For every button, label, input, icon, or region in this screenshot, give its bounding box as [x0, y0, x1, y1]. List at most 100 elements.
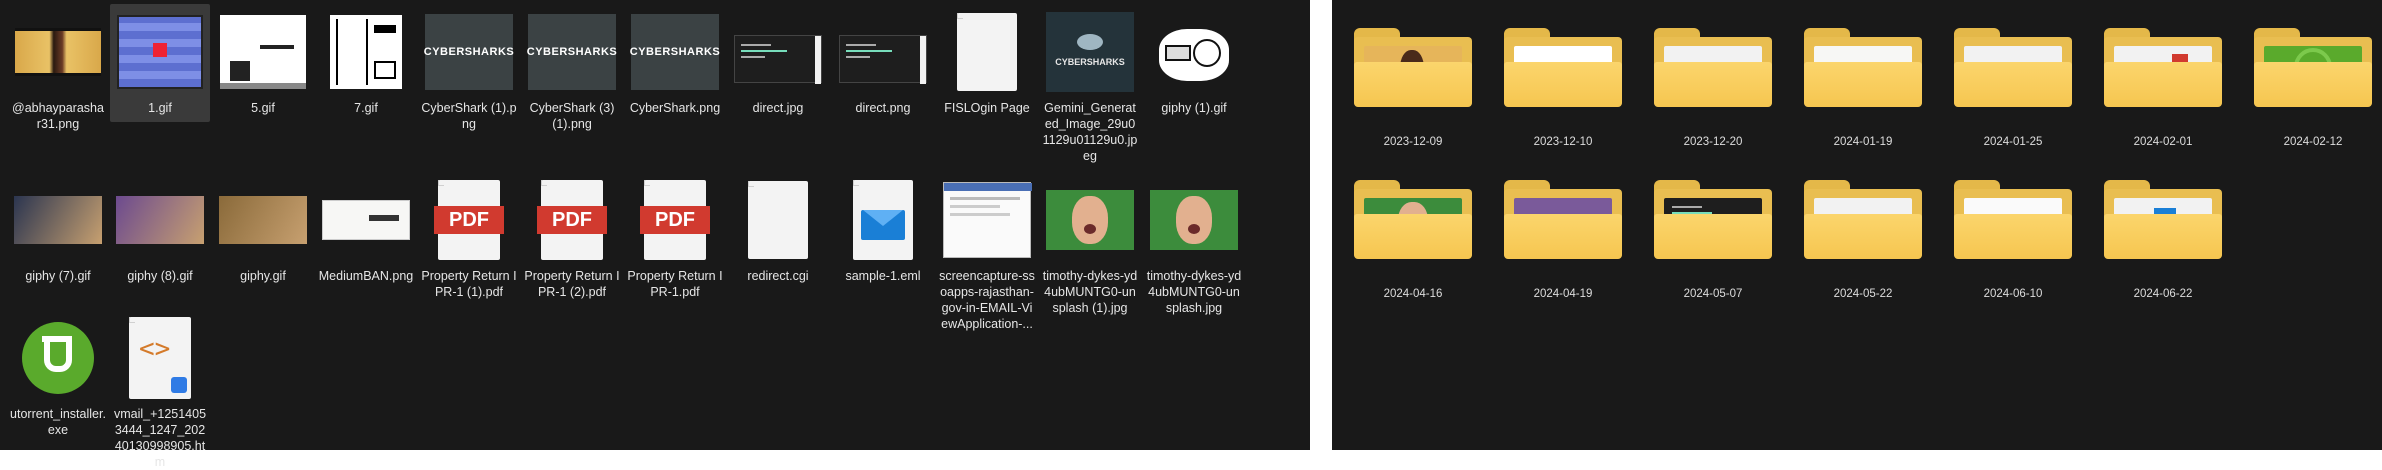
email-file-icon	[853, 180, 913, 260]
file-name-label: utorrent_installer.exe	[10, 407, 106, 437]
cybersharks-thumbnail: CYBERSHARKS	[630, 14, 720, 90]
gif-thumbnail	[219, 196, 307, 244]
banner-thumbnail	[322, 200, 410, 240]
folder-item[interactable]: 2024-02-01	[2104, 28, 2222, 152]
file-item[interactable]: direct.png	[833, 4, 933, 116]
tetris-thumbnail	[330, 15, 402, 89]
folder-name-label: 2023-12-10	[1533, 136, 1593, 148]
file-item[interactable]: 1.gif	[110, 4, 210, 122]
file-item[interactable]: CYBERSHARKS CyberShark (1).png	[419, 4, 519, 132]
folder-item[interactable]: 2024-04-16	[1354, 180, 1472, 304]
folder-front	[1504, 214, 1622, 259]
gif-thumbnail	[116, 196, 204, 244]
folder-item[interactable]: 2023-12-20	[1654, 28, 1772, 152]
file-item[interactable]: giphy (7).gif	[8, 172, 108, 284]
folder-front	[1354, 214, 1472, 259]
folder-name-label: 2024-02-12	[2283, 136, 2343, 148]
file-item[interactable]: giphy.gif	[213, 172, 313, 284]
file-item[interactable]: @abhayparashar31.png	[8, 4, 108, 132]
folder-front	[2254, 62, 2372, 107]
folder-item[interactable]: 2024-05-22	[1804, 180, 1922, 304]
file-item[interactable]: redirect.cgi	[728, 172, 828, 284]
folder-item[interactable]: 2023-12-09	[1354, 28, 1472, 152]
file-name-label: CyberShark (3) (1).png	[529, 101, 615, 131]
file-item[interactable]: timothy-dykes-yd4ubMUNTG0-unsplash.jpg	[1144, 172, 1244, 316]
file-item[interactable]: CYBERSHARKS Gemini_Generated_Image_29u011…	[1040, 4, 1140, 164]
file-name-label: direct.jpg	[752, 101, 804, 115]
gemini-image-thumbnail: CYBERSHARKS	[1046, 12, 1134, 92]
file-item[interactable]: CYBERSHARKS CyberShark.png	[625, 4, 725, 116]
file-item[interactable]: PDF Property Return IPR-1 (2).pdf	[522, 172, 622, 300]
pdf-icon: PDF	[537, 180, 607, 260]
folder-front	[1804, 62, 1922, 107]
folder-name-label: 2023-12-09	[1383, 136, 1443, 148]
file-name-label: Gemini_Generated_Image_29u01129u01129u0.…	[1042, 101, 1138, 163]
file-item[interactable]: utorrent_installer.exe	[8, 310, 108, 438]
folder-name-label: 2024-04-19	[1533, 288, 1593, 300]
file-item[interactable]: MediumBAN.png	[316, 172, 416, 284]
folder-item[interactable]: 2024-06-22	[2104, 180, 2222, 304]
folder-item[interactable]: 2024-04-19	[1504, 180, 1622, 304]
folder-item[interactable]: 2024-05-07	[1654, 180, 1772, 304]
cybersharks-thumbnail: CYBERSHARKS	[424, 14, 514, 90]
file-name-label: giphy.gif	[240, 269, 286, 283]
file-name-label: Property Return IPR-1.pdf	[627, 269, 723, 299]
folder-name-label: 2024-02-01	[2133, 136, 2193, 148]
folder-name-label: 2023-12-20	[1683, 136, 1743, 148]
html-file-icon: <>	[129, 317, 191, 399]
file-name-label: CyberShark (1).png	[421, 101, 517, 131]
file-item[interactable]: PDF Property Return IPR-1 (1).pdf	[419, 172, 519, 300]
folder-item[interactable]: 2024-06-10	[1954, 180, 2072, 304]
file-item[interactable]: sample-1.eml	[833, 172, 933, 284]
folder-name-label: 2024-05-22	[1833, 288, 1893, 300]
file-name-label: vmail_+12514053444_1247_20240130998905.h…	[113, 407, 207, 469]
file-name-label: giphy (7).gif	[25, 269, 91, 283]
code-thumbnail	[734, 35, 822, 84]
folder-item[interactable]: 2024-01-25	[1954, 28, 2072, 152]
file-item[interactable]: direct.jpg	[728, 4, 828, 116]
file-name-label: giphy (1).gif	[1161, 101, 1227, 115]
file-item[interactable]: <> vmail_+12514053444_1247_20240130998905…	[110, 310, 210, 470]
file-name-label: FISLOgin Page	[944, 101, 1030, 115]
folder-front	[1804, 214, 1922, 259]
file-name-label: MediumBAN.png	[318, 269, 414, 283]
folder-name-label: 2024-06-22	[2133, 288, 2193, 300]
file-name-label: Property Return IPR-1 (1).pdf	[421, 269, 517, 299]
photo-thumbnail	[1150, 190, 1238, 250]
folder-name-label: 2024-05-07	[1683, 288, 1743, 300]
utorrent-icon	[22, 322, 94, 394]
file-item[interactable]: timothy-dykes-yd4ubMUNTG0-unsplash (1).j…	[1040, 172, 1140, 316]
file-item[interactable]: giphy (1).gif	[1144, 4, 1244, 116]
game-thumbnail	[220, 15, 306, 89]
file-name-label: giphy (8).gif	[127, 269, 193, 283]
pdf-icon: PDF	[640, 180, 710, 260]
file-explorer-left-pane: @abhayparashar31.png 1.gif 5.gif 7.gif CYBER…	[0, 0, 1310, 469]
photo-thumbnail	[15, 28, 101, 76]
file-name-label: Property Return IPR-1 (2).pdf	[524, 269, 620, 299]
file-item[interactable]: 7.gif	[316, 4, 416, 116]
folder-front	[1654, 62, 1772, 107]
folder-item[interactable]: 2024-02-12	[2254, 28, 2372, 152]
folder-front	[1954, 214, 2072, 259]
file-name-label: redirect.cgi	[747, 269, 809, 283]
folder-front	[2104, 214, 2222, 259]
code-thumbnail	[839, 35, 927, 84]
file-item[interactable]: PDF Property Return IPR-1.pdf	[625, 172, 725, 300]
folder-item[interactable]: 2024-01-19	[1804, 28, 1922, 152]
document-icon	[748, 181, 808, 259]
file-item[interactable]: 5.gif	[213, 4, 313, 116]
folder-item[interactable]: 2023-12-10	[1504, 28, 1622, 152]
file-name-label: sample-1.eml	[845, 269, 921, 283]
file-explorer-right-pane: 2023-12-09 2023-12-10 2023-12-20 2024-01-19…	[1332, 0, 2382, 450]
screenshot-thumbnail	[943, 182, 1032, 258]
file-name-label: timothy-dykes-yd4ubMUNTG0-unsplash.jpg	[1146, 269, 1242, 315]
document-icon	[957, 13, 1017, 91]
file-item[interactable]: screencapture-ssoapps-rajasthan-gov-in-E…	[937, 172, 1037, 332]
game-thumbnail	[117, 15, 203, 89]
file-name-label: 5.gif	[251, 101, 275, 115]
file-name-label: 7.gif	[354, 101, 378, 115]
file-item[interactable]: giphy (8).gif	[110, 172, 210, 284]
file-name-label: CyberShark.png	[629, 101, 721, 115]
file-item[interactable]: FISLOgin Page	[937, 4, 1037, 116]
file-item[interactable]: CYBERSHARKS CyberShark (3) (1).png	[522, 4, 622, 132]
